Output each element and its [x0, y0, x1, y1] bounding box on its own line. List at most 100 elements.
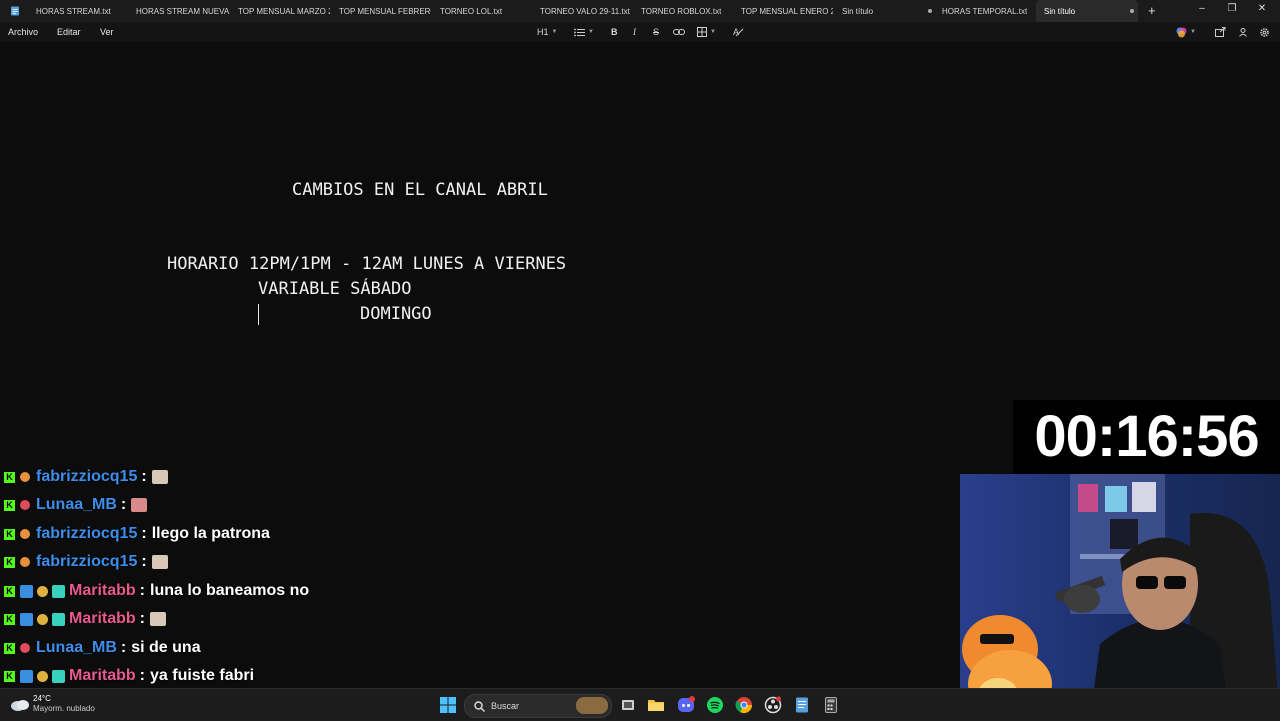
chrome-icon[interactable] [735, 696, 753, 714]
table-dropdown[interactable]: ▼ [697, 25, 716, 39]
chat-username: Maritabb [69, 610, 136, 627]
chevron-down-icon: ▼ [588, 29, 594, 35]
chat-username: Lunaa_MB [36, 496, 117, 513]
tab-top-mensual-enero[interactable]: TOP MENSUAL ENERO 20 [741, 0, 833, 22]
link-icon[interactable] [673, 25, 685, 39]
close-icon[interactable]: ✕ [1255, 3, 1269, 14]
pig-emote-icon [131, 498, 148, 512]
tab-horas-stream[interactable]: HORAS STREAM.txt [36, 0, 128, 22]
webcam-feed [960, 474, 1280, 720]
chevron-down-icon: ▼ [710, 29, 716, 35]
weather-temp: 24°C [33, 694, 51, 703]
text-caret [258, 304, 259, 325]
maximize-icon[interactable]: ❐ [1225, 3, 1239, 14]
unsaved-dot-icon [928, 9, 932, 13]
weather-widget[interactable]: 24°C Mayorm. nublado [10, 694, 95, 714]
chat-username: fabrizziocq15 [36, 525, 138, 542]
search-placeholder: Buscar [491, 701, 520, 711]
tab-label: TORNEO VALO 29-11.txt [540, 6, 630, 16]
menu-archivo[interactable]: Archivo [8, 27, 38, 37]
chevron-down-icon: ▼ [1190, 29, 1196, 35]
task-view-icon[interactable] [619, 696, 637, 714]
chat-separator: : [139, 667, 145, 684]
tab-top-mensual-marzo[interactable]: TOP MENSUAL MARZO 20 [238, 0, 330, 22]
kick-badge-icon: K [4, 585, 15, 597]
tab-label: HORAS TEMPORAL.txt [942, 6, 1028, 16]
table-icon [697, 27, 707, 37]
moderator-badge-icon [20, 612, 33, 626]
chat-username: Maritabb [69, 667, 136, 684]
cat-emote-icon [151, 555, 168, 569]
tab-label: TOP MENSUAL FEBRERO 2 [339, 6, 431, 16]
obs-icon[interactable] [764, 696, 782, 714]
chat-message: K Lunaa_MB : si de una [4, 635, 201, 661]
bold-icon[interactable]: B [611, 25, 618, 39]
subscriber-badge-icon [52, 612, 65, 626]
italic-icon[interactable]: I [633, 25, 636, 39]
copilot-dropdown[interactable]: ▼ [1176, 25, 1196, 39]
chat-message: K fabrizziocq15 : [4, 464, 168, 490]
chat-username: Lunaa_MB [36, 639, 117, 656]
chat-text: llego la patrona [151, 525, 270, 542]
spotify-icon[interactable] [706, 696, 724, 714]
tab-torneo-lol[interactable]: TORNEO LOL.txt [440, 0, 532, 22]
strikethrough-icon[interactable]: S [653, 25, 659, 39]
notepad-app-icon [11, 6, 19, 16]
tab-top-mensual-febrero[interactable]: TOP MENSUAL FEBRERO 2 [339, 0, 431, 22]
tab-sin-titulo-1[interactable]: Sin título [842, 0, 934, 22]
chat-separator: : [141, 468, 147, 485]
chat-message: K fabrizziocq15 : llego la patrona [4, 521, 270, 547]
notepad-taskbar-icon[interactable] [793, 696, 811, 714]
file-explorer-icon[interactable] [647, 696, 665, 714]
chat-separator: : [139, 610, 145, 627]
tab-horas-temporal[interactable]: HORAS TEMPORAL.txt [942, 0, 1034, 22]
chat-separator: : [120, 496, 127, 513]
tab-label: TORNEO ROBLOX.txt [641, 6, 722, 16]
kick-badge-icon: K [4, 556, 15, 568]
tab-sin-titulo-active[interactable]: Sin título [1036, 0, 1138, 22]
chat-message: K Maritabb : luna lo baneamos no [4, 578, 309, 604]
tab-torneo-valo[interactable]: TORNEO VALO 29-11.txt [540, 0, 635, 22]
kick-badge-icon: K [4, 613, 15, 625]
search-icon [474, 700, 485, 712]
tab-label: HORAS STREAM.txt [36, 6, 111, 16]
chat-username: fabrizziocq15 [36, 553, 138, 570]
editor-line-horario: HORARIO 12PM/1PM - 12AM LUNES A VIERNES [167, 254, 567, 274]
kick-badge-icon: K [4, 642, 15, 654]
kick-badge-icon: K [4, 528, 15, 540]
chat-separator: : [141, 525, 147, 542]
chevron-down-icon: ▼ [551, 29, 558, 35]
share-icon[interactable] [1215, 25, 1226, 39]
chat-message: K Maritabb : [4, 606, 166, 632]
founder-badge-icon [37, 670, 48, 682]
chat-username: Maritabb [69, 582, 136, 599]
webcam-image [960, 474, 1280, 720]
discord-icon[interactable] [677, 696, 695, 714]
settings-gear-icon[interactable] [1259, 25, 1270, 39]
cat-emote-icon [151, 470, 168, 484]
new-tab-plus-icon[interactable]: + [1148, 3, 1156, 18]
menu-bar: Archivo Editar Ver H1 ▼ ▼ B I S ▼ A ▼ [0, 22, 1280, 42]
clear-formatting-icon[interactable]: A [733, 25, 744, 39]
menu-editar[interactable]: Editar [57, 27, 81, 37]
chat-separator: : [141, 553, 147, 570]
search-highlight-image [576, 697, 608, 714]
minimize-icon[interactable]: – [1195, 3, 1209, 14]
list-icon [574, 28, 585, 36]
kick-badge-icon: K [4, 471, 15, 483]
tab-label: Sin título [1044, 6, 1076, 16]
account-icon[interactable] [1238, 25, 1248, 39]
list-dropdown[interactable]: ▼ [574, 25, 594, 39]
tab-torneo-roblox[interactable]: TORNEO ROBLOX.txt [641, 0, 733, 22]
subscriber-badge-icon [52, 584, 65, 598]
windows-start-icon[interactable] [439, 696, 457, 714]
taskbar-search[interactable]: Buscar [464, 694, 612, 718]
menu-ver[interactable]: Ver [100, 27, 114, 37]
tab-horas-stream-nuevas[interactable]: HORAS STREAM NUEVAS. [136, 0, 230, 22]
heading-dropdown[interactable]: H1 ▼ [537, 25, 557, 39]
chat-username: fabrizziocq15 [36, 468, 138, 485]
user-badge-icon [20, 472, 30, 482]
stream-timer: 00:16:56 [1013, 400, 1280, 474]
founder-badge-icon [37, 585, 48, 597]
calculator-icon[interactable] [822, 696, 840, 714]
